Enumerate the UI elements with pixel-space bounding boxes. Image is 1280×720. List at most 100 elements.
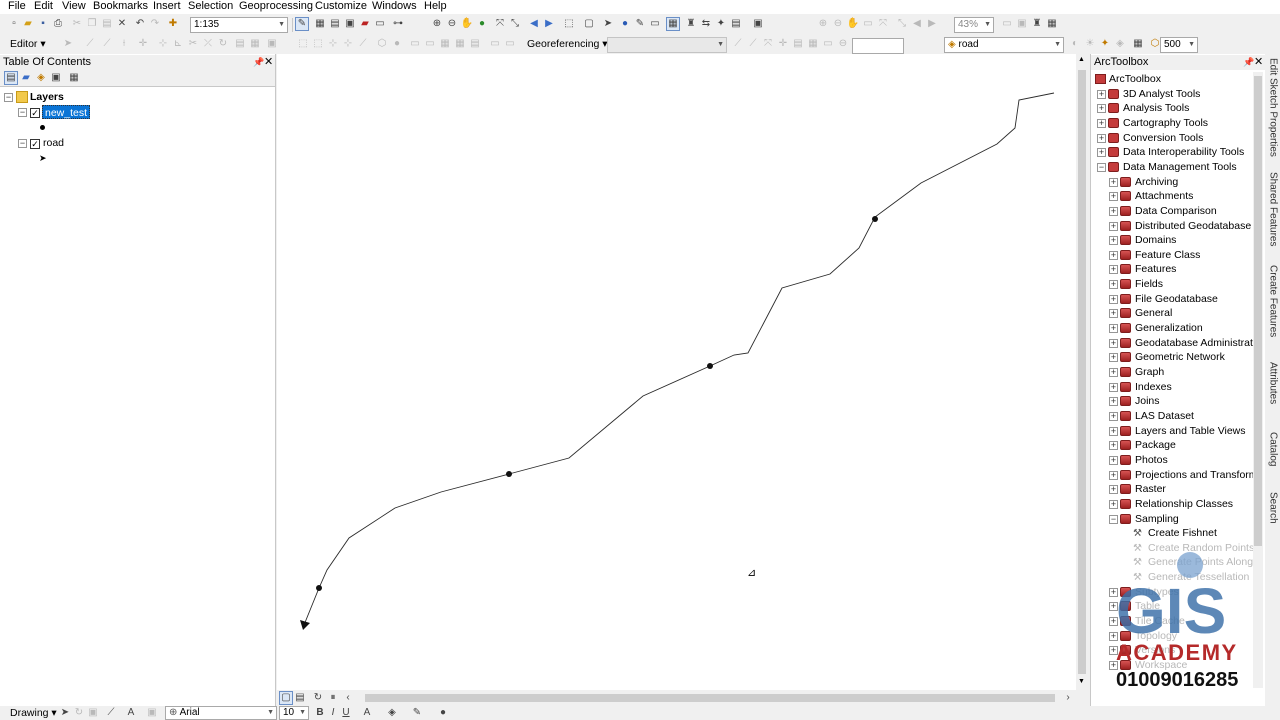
rotate-raster-icon[interactable]: ⟋	[731, 37, 745, 51]
toolset-item-toggle[interactable]: +	[1109, 192, 1118, 202]
binoculars-icon[interactable]: ♜	[684, 17, 698, 31]
font-color-icon[interactable]: A	[360, 706, 374, 720]
select-features-icon[interactable]: ⬚	[562, 17, 576, 31]
create-features-icon[interactable]: ▣	[265, 37, 279, 51]
tab-catalog[interactable]: Catalog	[1266, 432, 1280, 480]
refresh-view-icon[interactable]: ↻	[311, 691, 325, 705]
smooth-icon[interactable]: ▦	[438, 37, 452, 51]
toolset-item[interactable]: + Package	[1091, 438, 1253, 452]
layer-new-test[interactable]: new_test	[42, 105, 91, 119]
toolset-item[interactable]: + Relationship Classes	[1091, 497, 1253, 511]
toolset-item[interactable]: + Indexes	[1091, 380, 1253, 394]
clear-selection-icon[interactable]: ▢	[582, 17, 596, 31]
map-scale-combo[interactable]: 1:135 ▼	[190, 17, 288, 33]
arctoolbox-icon[interactable]: ▰	[358, 17, 372, 31]
toolset-item-toggle[interactable]: +	[1109, 353, 1118, 363]
end-point-arc-icon[interactable]: ⟋	[100, 37, 114, 51]
menu-geoprocessing[interactable]: Geoprocessing	[239, 0, 313, 13]
layout-toolbar-icon[interactable]: ▣	[751, 17, 765, 31]
list-by-drawing-order-icon[interactable]: ▤	[4, 71, 18, 85]
pause-drawing-icon[interactable]: ⏸	[326, 691, 340, 705]
change-layout-icon[interactable]: ♜	[1030, 17, 1044, 31]
toolset-item-toggle[interactable]: +	[1109, 485, 1118, 495]
tab-create-features[interactable]: Create Features	[1266, 265, 1280, 353]
html-popup-icon[interactable]: ✎	[633, 17, 647, 31]
forward-extent-icon[interactable]: ▶	[542, 17, 556, 31]
layer-select-combo[interactable]: ◈ road ▼	[944, 37, 1064, 53]
toolset-item-toggle[interactable]: −	[1109, 514, 1118, 524]
toolset-item-toggle[interactable]: +	[1109, 294, 1118, 304]
toolset-item[interactable]: + Feature Class	[1091, 248, 1253, 262]
close-icon[interactable]: ✕	[264, 55, 273, 68]
layout-fixed-in-icon[interactable]: ⤧	[876, 17, 890, 31]
magnifier-icon[interactable]: ▭	[821, 37, 835, 51]
menu-selection[interactable]: Selection	[188, 0, 233, 13]
select-elements-icon[interactable]: ➤	[601, 17, 615, 31]
error-inspector-icon[interactable]: ▭	[408, 37, 422, 51]
back-extent-icon[interactable]: ◀	[527, 17, 541, 31]
georef-viewer-icon[interactable]: ▦	[806, 37, 820, 51]
toolset-item[interactable]: − Sampling	[1091, 512, 1253, 526]
delete-icon[interactable]: ✕	[115, 17, 129, 31]
data-driven-pages-icon[interactable]: ▦	[1045, 17, 1059, 31]
menu-help[interactable]: Help	[424, 0, 447, 13]
straight-segment-icon[interactable]: ⟋	[83, 37, 97, 51]
toolset-item[interactable]: + Raster	[1091, 482, 1253, 496]
table-of-contents-icon[interactable]: ▦	[313, 17, 327, 31]
toolset-item[interactable]: + Distributed Geodatabase	[1091, 219, 1253, 233]
toolset-item-toggle[interactable]: +	[1109, 265, 1118, 275]
marker-color-icon[interactable]: ●	[436, 706, 450, 720]
full-extent-icon[interactable]: ●	[475, 17, 489, 31]
toolbox-item-toggle[interactable]: +	[1097, 133, 1106, 143]
toolset-item[interactable]: + Geodatabase Administrati	[1091, 336, 1255, 350]
topology-edit-icon[interactable]: ⊹	[326, 37, 340, 51]
layout-zoom-out-icon[interactable]: ⊖	[831, 17, 845, 31]
layer-road[interactable]: road	[43, 136, 64, 150]
toolset-item-toggle[interactable]: +	[1109, 397, 1118, 407]
focus-data-frame-icon[interactable]: ▣	[1015, 17, 1029, 31]
split-icon[interactable]: ⤫	[201, 37, 215, 51]
toolset-item[interactable]: + File Geodatabase	[1091, 292, 1253, 306]
draw-callout-icon[interactable]: ▣	[145, 706, 159, 720]
menu-windows[interactable]: Windows	[372, 0, 417, 13]
toolbox-item[interactable]: + Analysis Tools	[1091, 101, 1253, 115]
search-window-icon[interactable]: ▣	[343, 17, 357, 31]
menu-view[interactable]: View	[62, 0, 86, 13]
catalog-window-icon[interactable]: ▤	[328, 17, 342, 31]
editor-toolbar-icon[interactable]: ✎	[295, 17, 309, 31]
rotate-icon[interactable]: ↻	[216, 37, 230, 51]
copy-icon[interactable]: ❐	[85, 17, 99, 31]
georef-layer-combo[interactable]: ▼	[607, 37, 727, 53]
draw-select-icon[interactable]: ➤	[58, 706, 72, 720]
paste-icon[interactable]: ▤	[100, 17, 114, 31]
toolset-item-toggle[interactable]: +	[1109, 250, 1118, 260]
horizontal-scroll-thumb[interactable]	[365, 694, 1055, 702]
print-icon[interactable]: ⎙	[51, 17, 65, 31]
fixed-zoom-out-icon[interactable]: ⤡	[508, 17, 522, 31]
shift-raster-icon[interactable]: ⟋	[746, 37, 760, 51]
toolset-item-toggle[interactable]: +	[1109, 206, 1118, 216]
zoom-out-icon[interactable]: ⊖	[445, 17, 459, 31]
shared-features-icon[interactable]: ⊹	[341, 37, 355, 51]
layers-root[interactable]: Layers	[30, 90, 64, 104]
toolset-item-toggle[interactable]: +	[1109, 411, 1118, 421]
cut-polygons-icon[interactable]: ✂	[186, 37, 200, 51]
edit-vertices-icon[interactable]: ⊹	[156, 37, 170, 51]
toolbox-scroll-thumb[interactable]	[1254, 76, 1262, 546]
tab-shared-features[interactable]: Shared Features	[1266, 172, 1280, 262]
toolset-item-toggle[interactable]: +	[1109, 382, 1118, 392]
toolset-item-toggle[interactable]: +	[1109, 280, 1118, 290]
data-view-icon[interactable]: ▢	[279, 691, 293, 705]
map-topology-icon[interactable]: ⬚	[311, 37, 325, 51]
scroll-right-icon[interactable]: ›	[1061, 691, 1075, 705]
toolbox-item[interactable]: + Conversion Tools	[1091, 131, 1253, 145]
toolbox-item-toggle[interactable]: +	[1097, 89, 1106, 99]
toolset-item[interactable]: + Features	[1091, 262, 1253, 276]
italic-button[interactable]: I	[326, 706, 340, 720]
snapping-icon[interactable]: ▦	[1131, 37, 1145, 51]
merge-icon[interactable]: ▭	[488, 37, 502, 51]
toolbox-item-toggle[interactable]: +	[1097, 118, 1106, 128]
toolset-item[interactable]: + Layers and Table Views	[1091, 424, 1253, 438]
zoom-in-icon[interactable]: ⊕	[430, 17, 444, 31]
layers-collapse-toggle[interactable]: −	[4, 93, 13, 102]
